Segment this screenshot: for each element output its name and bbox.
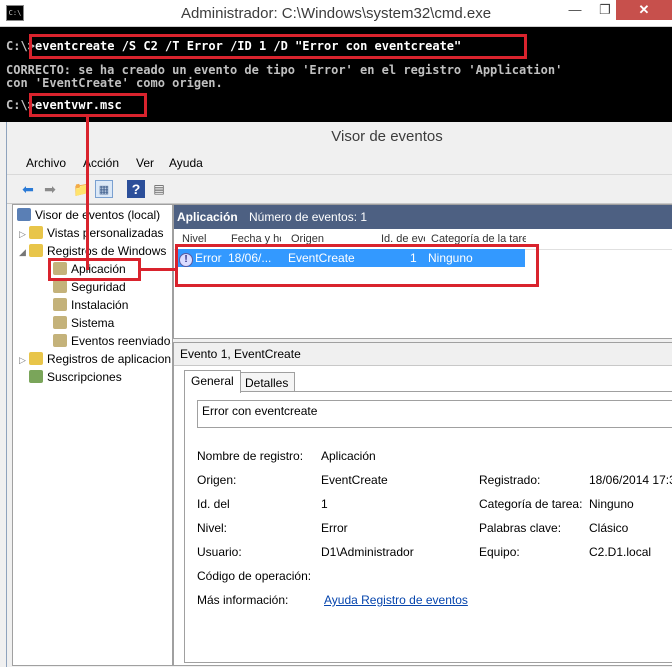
log-name-heading: Aplicación (177, 210, 238, 224)
event-count: Número de eventos: 1 (249, 210, 368, 224)
keywords-label: Palabras clave: (479, 521, 562, 535)
tree-item-root[interactable]: Visor de eventos (local) (17, 206, 171, 224)
folder-icon (29, 226, 43, 239)
menu-archivo[interactable]: Archivo (26, 156, 66, 170)
computer-label: Equipo: (479, 545, 520, 559)
level-label: Nivel: (197, 521, 228, 535)
tree-item-suscripciones[interactable]: Suscripciones (29, 368, 171, 386)
detail-title: Evento 1, EventCreate (180, 347, 301, 361)
log-name-value: Aplicación (321, 449, 376, 463)
tree-label: Sistema (71, 316, 115, 330)
event-viewer-window: Visor de eventos Archivo Acción Ver Ayud… (6, 122, 672, 667)
general-tab-panel: Error con eventcreate Nombre de registro… (184, 391, 672, 663)
highlight-eventcreate-command (29, 34, 527, 59)
user-label: Usuario: (197, 545, 242, 559)
highlight-eventvwr-command (29, 93, 147, 117)
tree-label: Registros de Windows (47, 244, 167, 258)
tab-general[interactable]: General (184, 370, 241, 393)
event-viewer-icon (17, 208, 31, 221)
expand-icon[interactable]: ▷ (19, 225, 29, 242)
computer-value: C2.D1.local (589, 545, 652, 559)
event-viewer-title: Visor de eventos (331, 128, 443, 145)
help-icon[interactable]: ? (127, 180, 145, 198)
tree-item-app-service-logs[interactable]: ▷ Registros de aplicaciones y servicios (19, 350, 171, 368)
more-info-label: Más información: (197, 593, 289, 607)
tree-item-custom-views[interactable]: ▷ Vistas personalizadas (19, 224, 171, 242)
tree-label: Registros de aplicaciones y servicios (47, 352, 171, 366)
logged-value: 18/06/2014 17:35 (589, 473, 672, 487)
highlight-aplicacion-node (48, 258, 141, 281)
detail-header: Evento 1, EventCreate (174, 343, 672, 366)
show-tree-icon[interactable]: ▦ (95, 180, 113, 198)
opcode-label: Código de operación: (197, 569, 312, 583)
properties-icon[interactable]: ▤ (150, 180, 168, 198)
log-icon (53, 298, 67, 311)
tree-label: Suscripciones (47, 370, 122, 384)
source-label: Origen: (197, 473, 237, 487)
log-icon (53, 316, 67, 329)
event-id-value: 1 (321, 497, 328, 511)
tree-label: Seguridad (71, 280, 126, 294)
tree-label: Visor de eventos (local) (35, 208, 161, 222)
connector-line-horizontal (141, 268, 177, 271)
collapse-icon[interactable]: ◢ (19, 243, 29, 260)
connector-line-vertical (86, 117, 89, 270)
forward-arrow-icon[interactable]: ➡ (41, 180, 59, 198)
tree-label: Instalación (71, 298, 129, 312)
back-arrow-icon[interactable]: ⬅ (19, 180, 37, 198)
expand-icon[interactable]: ▷ (19, 351, 29, 368)
tree-item-forwarded-events[interactable]: Eventos reenviados (53, 332, 171, 350)
tree-item-instalacion[interactable]: Instalación (53, 296, 171, 314)
toolbar: ⬅ ➡ 📁 ▦ ? ▤ (7, 174, 672, 204)
event-detail-pane: Evento 1, EventCreate General Detalles E… (173, 342, 672, 666)
cmd-output-2: con 'EventCreate' como origen. (6, 76, 223, 90)
log-name-label: Nombre de registro: (197, 449, 304, 463)
close-button[interactable]: ✕ (616, 0, 672, 20)
minimize-button[interactable]: — (560, 0, 590, 22)
task-category-label: Categoría de tarea: (479, 497, 583, 511)
menu-ayuda[interactable]: Ayuda (169, 156, 203, 170)
event-viewer-title-bar[interactable]: Visor de eventos (7, 122, 672, 152)
tree-label: Eventos reenviados (71, 334, 171, 348)
menu-bar: Archivo Acción Ver Ayuda (7, 152, 672, 174)
user-value: D1\Administrador (321, 545, 414, 559)
level-value: Error (321, 521, 348, 535)
event-log-help-link[interactable]: Ayuda Registro de eventos (324, 593, 468, 607)
log-icon (53, 334, 67, 347)
tab-detalles[interactable]: Detalles (238, 372, 296, 393)
highlight-event-row (175, 244, 539, 287)
event-description[interactable]: Error con eventcreate (197, 400, 672, 428)
logged-label: Registrado: (479, 473, 541, 487)
tree-label: Vistas personalizadas (47, 226, 164, 240)
subscriptions-icon (29, 370, 43, 383)
folder-icon (29, 352, 43, 365)
event-list-header: Aplicación Número de eventos: 1 (174, 205, 672, 229)
keywords-value: Clásico (589, 521, 629, 535)
tree-item-sistema[interactable]: Sistema (53, 314, 171, 332)
folder-icon (29, 244, 43, 257)
task-category-value: Ninguno (589, 497, 634, 511)
cmd-title-bar[interactable]: C:\ Administrador: C:\Windows\system32\c… (0, 0, 672, 27)
source-value: EventCreate (321, 473, 388, 487)
menu-ver[interactable]: Ver (136, 156, 154, 170)
event-id-label: Id. del (197, 497, 230, 511)
log-icon (53, 280, 67, 293)
